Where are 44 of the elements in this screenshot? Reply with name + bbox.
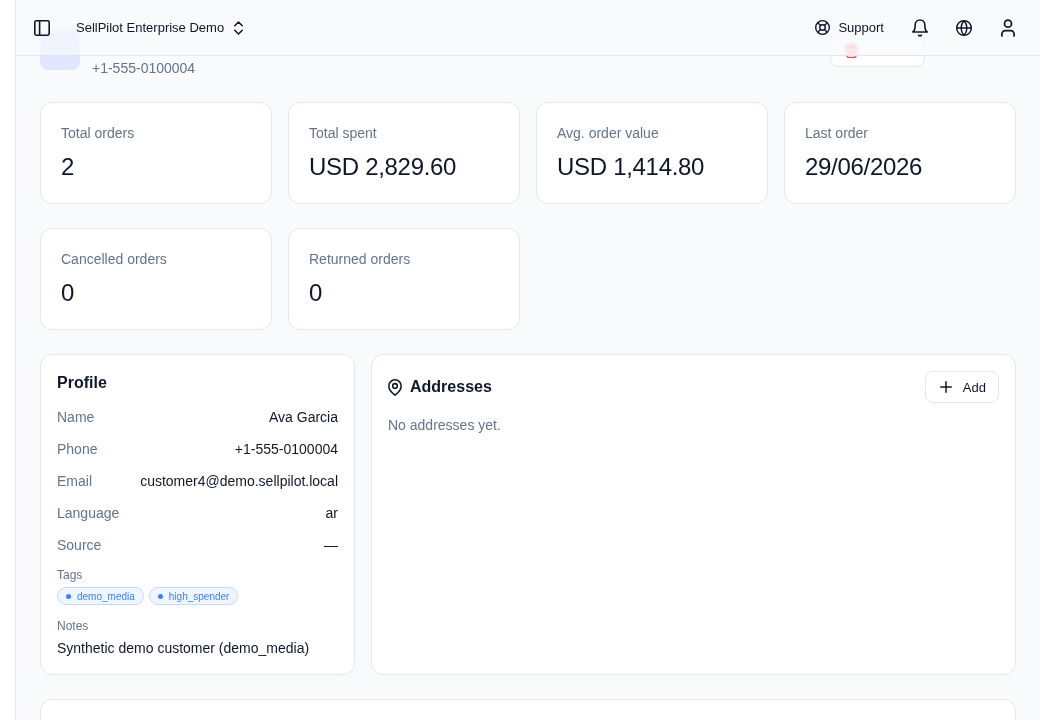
sidebar-panel-icon: [34, 19, 50, 36]
dot-icon: [66, 593, 71, 599]
tags-label: Tags: [57, 567, 84, 583]
lifebuoy-icon: [815, 20, 831, 35]
user-icon: [1001, 18, 1015, 37]
customer-phone: +1-555-0100004: [92, 59, 196, 78]
notes-text: Synthetic demo customer (demo_media): [57, 639, 311, 658]
field-label: Name: [57, 409, 95, 425]
field-label: Email: [57, 473, 92, 489]
stat-label: Avg. order value: [557, 124, 660, 143]
plus-icon: [939, 381, 952, 393]
field-value: +1-555-0100004: [234, 441, 338, 457]
stat-value: USD 2,829.60: [309, 152, 458, 182]
notes-label: Notes: [57, 618, 90, 634]
stat-value: 29/06/2026: [805, 152, 924, 182]
stat-label: Total spent: [309, 124, 378, 143]
dot-icon: [157, 593, 163, 599]
stat-label: Total orders: [61, 124, 136, 143]
card-title: Profile: [57, 373, 108, 393]
field-value: ar: [325, 505, 338, 521]
field-value: —: [324, 537, 338, 553]
stat-label: Returned orders: [309, 250, 412, 269]
empty-message: No addresses yet.: [388, 416, 502, 435]
stat-value: USD 1,414.80: [557, 152, 706, 182]
bell-icon: [912, 18, 928, 37]
field-label: Phone: [57, 441, 98, 457]
tag: high_spender: [148, 587, 239, 605]
workspace-switcher[interactable]: SellPilot Enterprise Demo: [68, 13, 252, 42]
stat-value: 0: [61, 278, 76, 308]
field-label: Language: [57, 505, 120, 521]
map-pin-icon: [388, 378, 402, 396]
field-value: customer4@demo.sellpilot.local: [140, 473, 338, 489]
field-label: Source: [57, 537, 102, 553]
globe-icon: [956, 19, 972, 36]
chevron-up-down-icon: [234, 20, 244, 35]
stat-value: 0: [309, 278, 324, 308]
stat-label: Last order: [805, 124, 870, 143]
stat-label: Cancelled orders: [61, 250, 168, 269]
field-value: Ava Garcia: [269, 409, 338, 425]
card-title: Addresses: [410, 377, 492, 397]
stat-value: 2: [61, 152, 76, 182]
tag: demo_media: [57, 587, 144, 605]
support-button[interactable]: Support: [807, 11, 892, 44]
add-button[interactable]: Add: [924, 371, 999, 403]
